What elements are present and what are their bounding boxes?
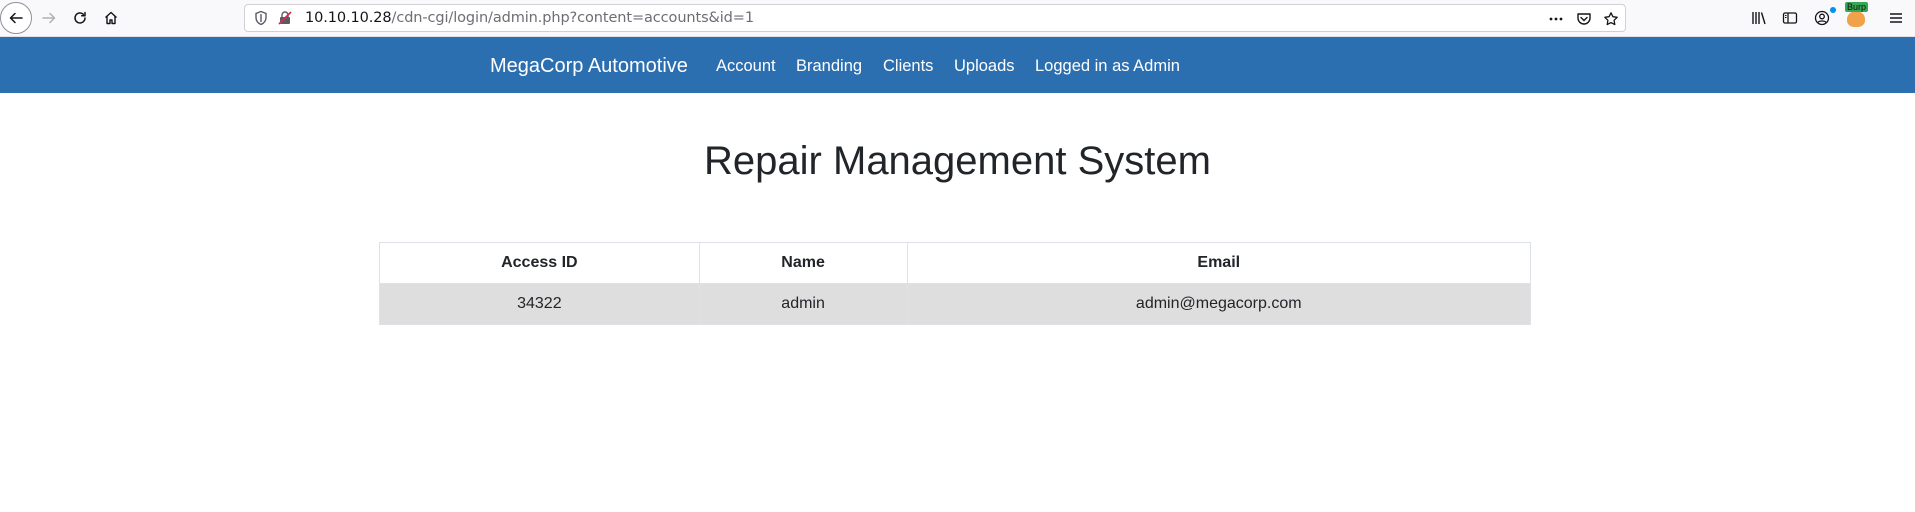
url-text[interactable]: 10.10.10.28/cdn-cgi/login/admin.php?cont…: [305, 10, 754, 26]
notification-dot: [1830, 7, 1836, 13]
browser-toolbar: 10.10.10.28/cdn-cgi/login/admin.php?cont…: [0, 0, 1915, 37]
site-navbar: MegaCorp Automotive Account Branding Cli…: [0, 37, 1915, 93]
account-icon[interactable]: [1813, 9, 1831, 27]
brand-link[interactable]: MegaCorp Automotive: [490, 55, 688, 78]
url-path: /cdn-cgi/login/admin.php?content=account…: [391, 10, 755, 26]
table-header-row: Access ID Name Email: [379, 242, 1531, 284]
insecure-lock-icon[interactable]: [277, 10, 293, 26]
header-email: Email: [906, 242, 1531, 284]
cell-access-id: 34322: [379, 283, 700, 325]
hamburger-menu-icon[interactable]: [1887, 9, 1905, 27]
bookmark-star-icon[interactable]: [1602, 10, 1620, 28]
nav-account[interactable]: Account: [716, 57, 776, 76]
address-bar[interactable]: 10.10.10.28/cdn-cgi/login/admin.php?cont…: [244, 4, 1626, 32]
cell-name: admin: [698, 283, 908, 325]
header-access-id: Access ID: [379, 242, 700, 284]
burp-extension-icon[interactable]: [1847, 11, 1865, 27]
library-icon[interactable]: [1750, 9, 1768, 27]
sidebar-icon[interactable]: [1781, 9, 1799, 27]
back-arrow-icon[interactable]: [0, 2, 32, 34]
nav-clients[interactable]: Clients: [883, 57, 933, 76]
page-title: Repair Management System: [704, 139, 1211, 183]
reload-icon[interactable]: [65, 3, 95, 33]
nav-logged-in-as-admin[interactable]: Logged in as Admin: [1035, 57, 1180, 76]
cell-email: admin@megacorp.com: [906, 283, 1531, 325]
url-host: 10.10.10.28: [305, 10, 392, 26]
forward-arrow-icon[interactable]: [34, 3, 64, 33]
home-icon[interactable]: [96, 3, 126, 33]
accounts-table: Access ID Name Email 34322 admin admin@m…: [379, 242, 1531, 325]
burp-badge: Burp: [1845, 2, 1869, 12]
nav-branding[interactable]: Branding: [796, 57, 862, 76]
table-row: 34322 admin admin@megacorp.com: [379, 283, 1531, 325]
pocket-icon[interactable]: [1575, 10, 1593, 28]
header-name: Name: [698, 242, 908, 284]
page-actions-icon[interactable]: [1547, 10, 1565, 28]
nav-uploads[interactable]: Uploads: [954, 57, 1015, 76]
tracking-shield-icon[interactable]: [253, 10, 269, 26]
